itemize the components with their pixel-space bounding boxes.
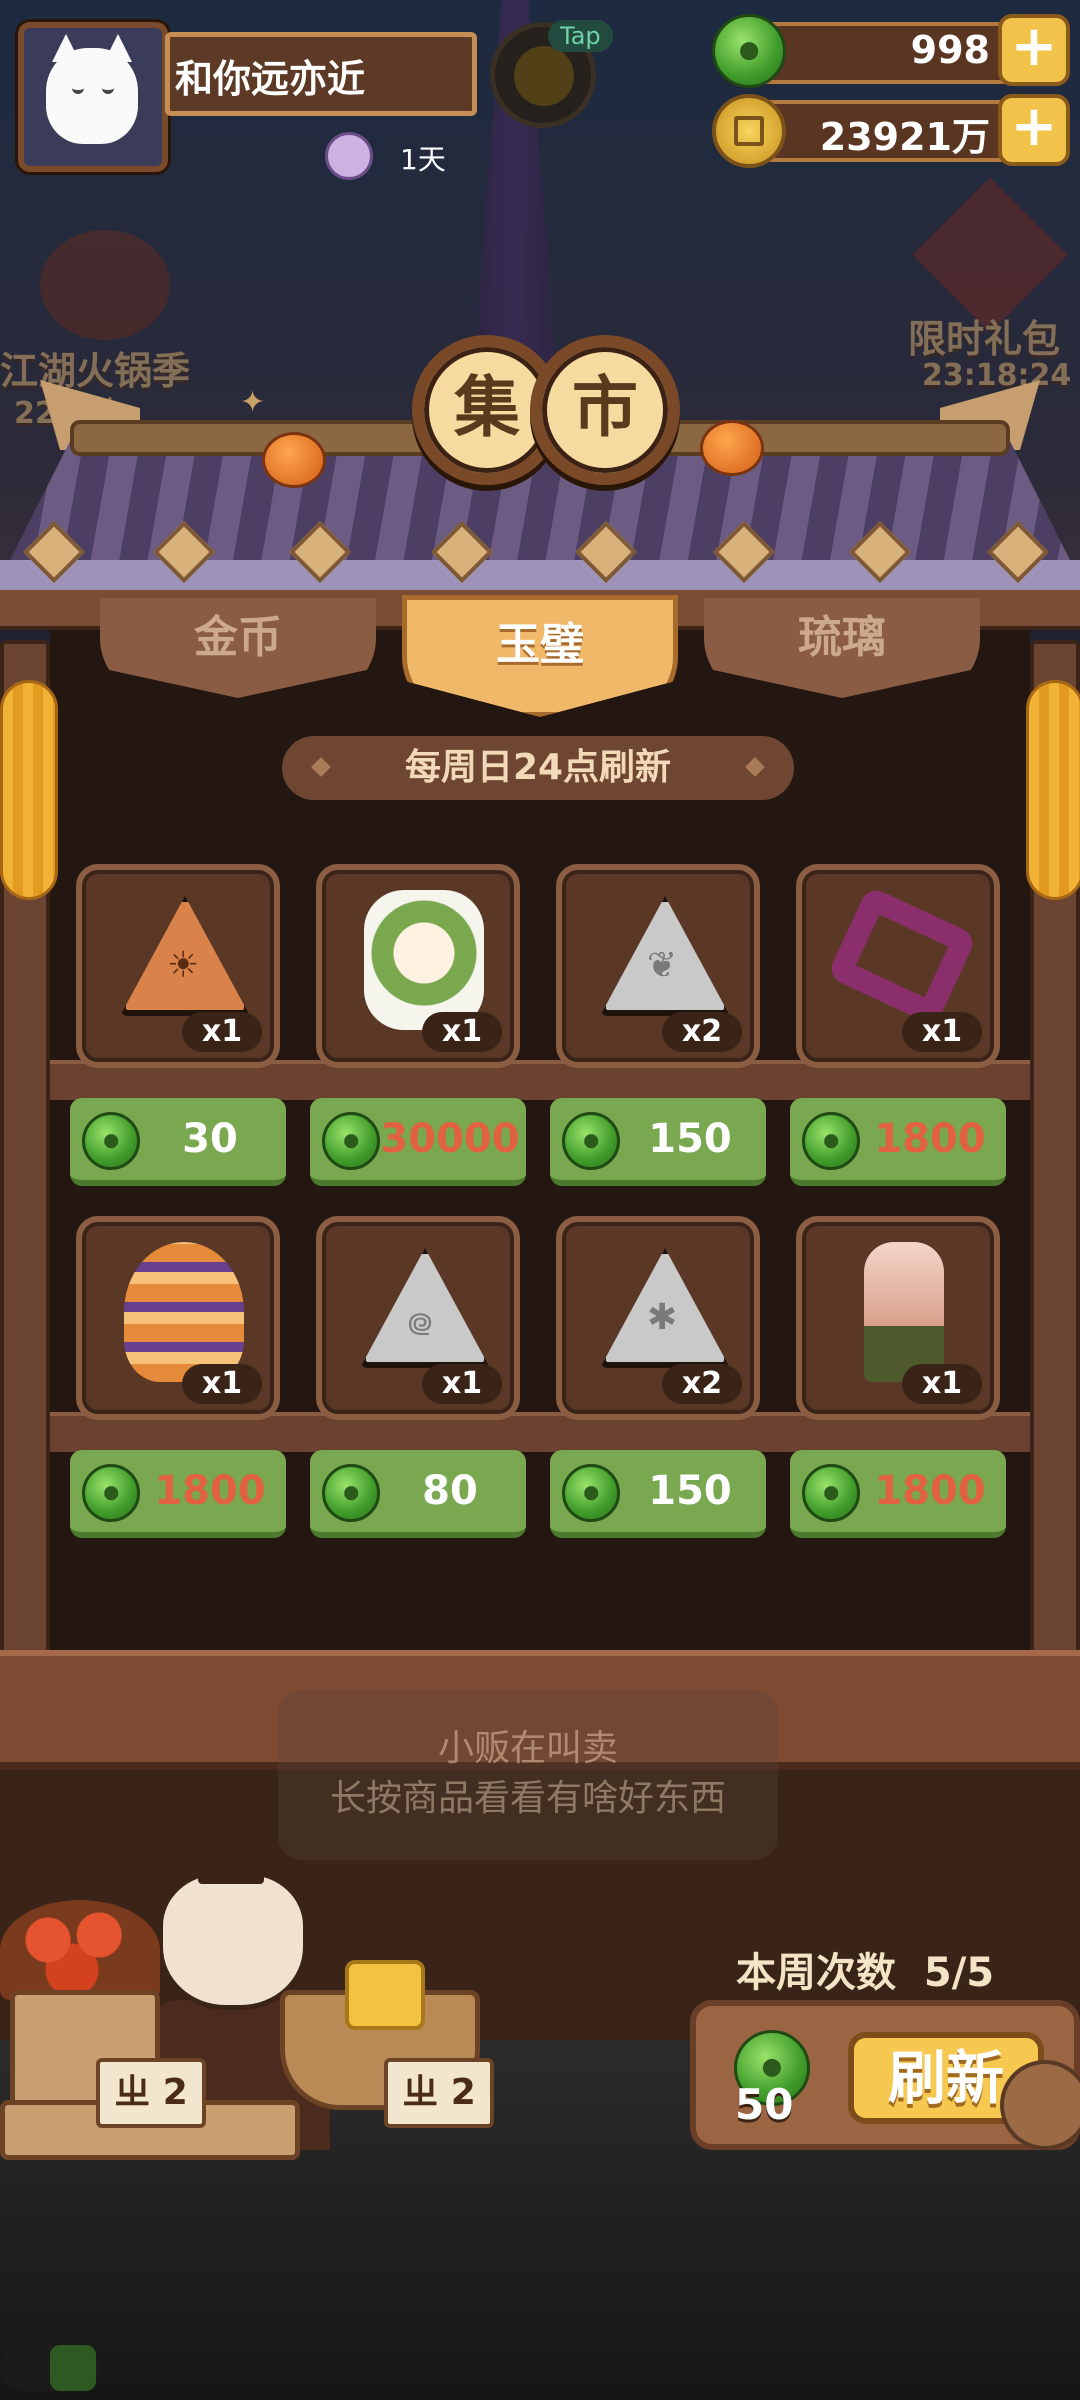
item-quantity: x1 bbox=[422, 1012, 502, 1052]
spiral-glyph-icon: ᪤ bbox=[407, 1303, 434, 1344]
sparkle-icon: ✦ bbox=[240, 385, 266, 420]
refresh-cost: 50 bbox=[735, 2080, 794, 2129]
sun-glyph-icon: ☀ bbox=[167, 945, 200, 986]
shop-item-slot[interactable]: x1 bbox=[796, 1216, 1000, 1420]
vendor-speech-bubble: 小贩在叫卖 长按商品看看有啥好东西 bbox=[278, 1690, 778, 1860]
price-tag[interactable]: 80 bbox=[310, 1450, 526, 1538]
hanging-corn-left bbox=[0, 680, 58, 900]
item-quantity: x1 bbox=[902, 1012, 982, 1052]
lotus-lantern-icon bbox=[864, 1242, 944, 1382]
player-name: 和你远亦近 bbox=[175, 57, 366, 101]
item-price: 1800 bbox=[874, 1468, 986, 1514]
shop-item-slot[interactable]: ᪤ x1 bbox=[316, 1216, 520, 1420]
limited-gift-label: 限时礼包 bbox=[908, 317, 1061, 361]
persimmon-ornament bbox=[700, 420, 764, 476]
jade-icon bbox=[322, 1464, 380, 1522]
shop-item-slot[interactable]: x1 bbox=[796, 864, 1000, 1068]
price-tag[interactable]: 150 bbox=[550, 1450, 766, 1538]
green-hair-girl-character-icon bbox=[364, 890, 484, 1030]
shop-item-slot[interactable]: x1 bbox=[76, 1216, 280, 1420]
jade-icon bbox=[562, 1464, 620, 1522]
price-tag[interactable]: 30 bbox=[70, 1098, 286, 1186]
price-sign-right: ㄓ 2 bbox=[384, 2058, 494, 2128]
item-quantity: x1 bbox=[182, 1012, 262, 1052]
tomato-basket bbox=[0, 1900, 160, 2000]
weekly-uses-text: 本周次数 bbox=[736, 1950, 896, 1996]
persimmon-ornament bbox=[262, 432, 326, 488]
player-avatar[interactable] bbox=[18, 22, 168, 172]
ornate-incense-jar-icon bbox=[124, 1242, 244, 1382]
price-tag[interactable]: 150 bbox=[550, 1098, 766, 1186]
login-days: 1天 bbox=[400, 143, 446, 176]
speech-line-2: 长按商品看看有啥好东西 bbox=[329, 1778, 726, 1819]
jade-icon bbox=[82, 1112, 140, 1170]
vendor-face[interactable] bbox=[158, 1870, 308, 2010]
item-price: 1800 bbox=[154, 1468, 266, 1514]
add-coin-button[interactable]: + bbox=[998, 94, 1070, 166]
vendor-hat bbox=[198, 1852, 264, 1884]
hotpot-icon bbox=[40, 230, 170, 340]
hotpot-event-label: 江湖火锅季 bbox=[0, 349, 191, 393]
item-price: 150 bbox=[648, 1468, 732, 1514]
shop-item-slot[interactable]: ✱ x2 bbox=[556, 1216, 760, 1420]
item-quantity: x1 bbox=[902, 1364, 982, 1404]
bug-glyph-icon: ✱ bbox=[647, 1297, 678, 1338]
item-quantity: x2 bbox=[662, 1012, 742, 1052]
price-tag[interactable]: 1800 bbox=[790, 1098, 1006, 1186]
item-price: 80 bbox=[422, 1468, 478, 1514]
price-sign-left: ㄓ 2 bbox=[96, 2058, 206, 2128]
weekly-refresh-note: 每周日24点刷新 bbox=[282, 736, 794, 800]
leaf-glyph-icon: ❦ bbox=[647, 945, 678, 986]
item-quantity: x2 bbox=[662, 1364, 742, 1404]
cat-avatar-icon bbox=[46, 48, 138, 144]
purple-saw-tool-icon bbox=[826, 885, 978, 1027]
jade-icon bbox=[802, 1464, 860, 1522]
jade-icon bbox=[82, 1464, 140, 1522]
jade-amount: 998 bbox=[910, 28, 990, 72]
weekly-uses-count: 5/5 bbox=[923, 1950, 995, 1996]
smiley-icon bbox=[514, 46, 574, 106]
cat-mascot-icon[interactable] bbox=[1000, 2060, 1080, 2150]
add-jade-button[interactable]: + bbox=[998, 14, 1070, 86]
shop-item-slot[interactable]: ☀ x1 bbox=[76, 864, 280, 1068]
item-quantity: x1 bbox=[422, 1364, 502, 1404]
coin-amount: 23921万 bbox=[819, 115, 990, 159]
toggle-knob bbox=[50, 2345, 96, 2391]
hanging-corn-right bbox=[1026, 680, 1080, 900]
price-tag[interactable]: 30000 bbox=[310, 1098, 526, 1186]
tofu-icon bbox=[345, 1960, 425, 2030]
item-price: 1800 bbox=[874, 1116, 986, 1162]
item-price: 30 bbox=[182, 1116, 238, 1162]
jade-icon bbox=[322, 1112, 380, 1170]
jade-icon bbox=[802, 1112, 860, 1170]
item-quantity: x1 bbox=[182, 1364, 262, 1404]
jade-icon bbox=[562, 1112, 620, 1170]
shop-item-slot[interactable]: ❦ x2 bbox=[556, 864, 760, 1068]
shop-item-slot[interactable]: x1 bbox=[316, 864, 520, 1068]
weekly-uses-label: 本周次数 5/5 bbox=[736, 1940, 994, 1998]
speech-line-1: 小贩在叫卖 bbox=[437, 1728, 618, 1769]
limited-gift-timer: 23:18:24 bbox=[922, 358, 1072, 393]
item-price: 30000 bbox=[380, 1116, 520, 1162]
item-price: 150 bbox=[648, 1116, 732, 1162]
market-title-char-2: 市 bbox=[530, 335, 680, 485]
tap-badge: Tap bbox=[548, 20, 613, 52]
roof-eave bbox=[0, 560, 1080, 590]
price-tag[interactable]: 1800 bbox=[70, 1450, 286, 1538]
price-tag[interactable]: 1800 bbox=[790, 1450, 1006, 1538]
companion-avatar-icon[interactable] bbox=[325, 132, 373, 180]
limited-gift-entry[interactable]: 限时礼包 23:18:24 bbox=[890, 177, 1080, 400]
